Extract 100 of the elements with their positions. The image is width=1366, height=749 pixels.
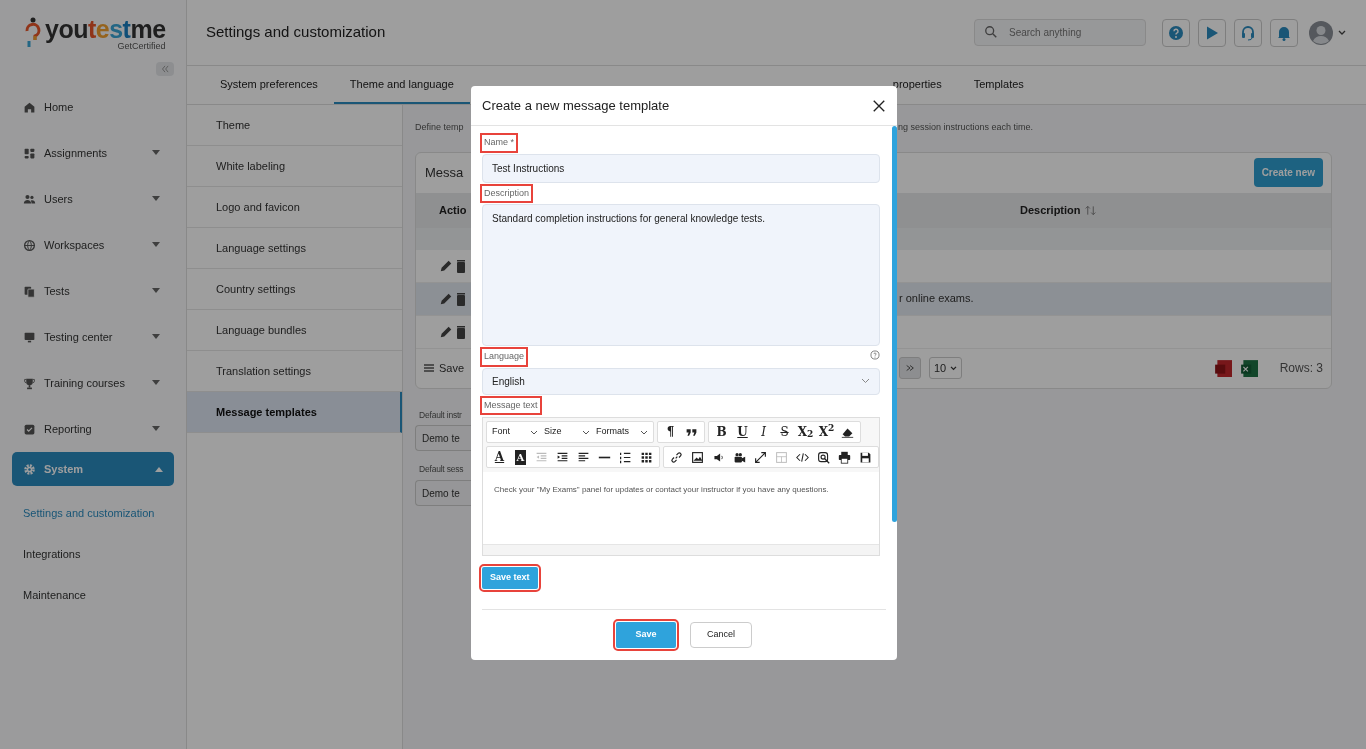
caret-up-icon — [155, 466, 163, 472]
dashboard-icon — [23, 146, 36, 160]
image-icon[interactable] — [691, 450, 704, 464]
trash-icon[interactable] — [457, 291, 465, 306]
align-left-icon[interactable] — [577, 450, 590, 464]
sidebar-item[interactable]: Testing center — [0, 314, 174, 360]
search-field[interactable]: Search anything — [974, 19, 1146, 46]
help-button[interactable] — [1162, 18, 1190, 47]
sidebar-subitem[interactable]: Maintenance — [0, 575, 186, 616]
page-size-select[interactable]: 10 — [929, 357, 963, 379]
trophy-icon — [23, 376, 36, 390]
play-icon — [1204, 24, 1220, 41]
cancel-button[interactable]: Cancel — [690, 622, 752, 648]
column-header: Description — [1020, 202, 1081, 218]
search-icon — [984, 25, 998, 39]
select-field[interactable]: Demo te — [415, 480, 471, 506]
scrollbar-thumb[interactable] — [892, 126, 897, 522]
home-icon — [23, 100, 36, 114]
caret-down-icon — [152, 242, 160, 248]
notifications-button[interactable] — [1270, 18, 1298, 47]
sidebar-subitem[interactable]: Integrations — [0, 534, 186, 575]
caret-down-icon — [152, 196, 160, 202]
print-icon[interactable] — [838, 450, 851, 464]
video-camera-icon[interactable] — [733, 450, 746, 464]
caret-down-icon — [152, 288, 160, 294]
save-icon[interactable] — [859, 450, 872, 464]
page-title: Settings and customization — [206, 22, 387, 43]
toolbar-dropdown[interactable]: Formats — [593, 423, 651, 441]
settings-menu-item[interactable]: Language settings — [187, 228, 402, 269]
chevron-down-icon[interactable] — [1338, 29, 1346, 36]
settings-menu-item[interactable]: Message templates — [187, 392, 402, 433]
avatar-icon[interactable] — [1309, 20, 1333, 45]
excel-export-icon[interactable] — [1239, 359, 1258, 377]
toolbar-button[interactable]: X$_{2}$ — [795, 423, 816, 441]
pencil-icon[interactable] — [439, 291, 453, 306]
checklist-icon — [23, 422, 36, 436]
sidebar-item[interactable]: Workspaces — [0, 222, 174, 268]
pdf-export-icon[interactable] — [1213, 359, 1232, 377]
eraser-icon[interactable] — [841, 425, 854, 439]
field-label: Default instr — [418, 408, 463, 422]
headset-icon — [1240, 24, 1256, 41]
table-icon[interactable] — [640, 450, 653, 464]
italic-button[interactable]: I — [753, 423, 774, 441]
chevron-down-icon — [861, 378, 870, 384]
tab[interactable]: System preferences — [204, 66, 334, 104]
support-button[interactable] — [1234, 18, 1262, 47]
sidebar-item[interactable]: Assignments — [0, 130, 174, 176]
settings-menu-item[interactable]: Logo and favicon — [187, 187, 402, 228]
underline-button[interactable]: A — [489, 448, 510, 466]
caret-down-icon — [152, 150, 160, 156]
toolbar-dropdown[interactable]: Font — [489, 423, 541, 441]
help-icon — [870, 350, 880, 361]
trash-icon[interactable] — [457, 258, 465, 273]
sidebar-item[interactable]: Reporting — [0, 406, 174, 452]
settings-menu-item[interactable]: White labeling — [187, 146, 402, 187]
column-header: Actio — [438, 202, 468, 218]
sidebar-item[interactable]: Training courses — [0, 360, 174, 406]
sidebar-item[interactable]: Users — [0, 176, 174, 222]
description-textarea[interactable]: Standard completion instructions for general knowledge tests. — [482, 204, 880, 346]
code-icon[interactable] — [796, 450, 809, 464]
pencil-icon[interactable] — [439, 324, 453, 339]
toolbar-dropdown[interactable]: Size — [541, 423, 593, 441]
logo-tagline: GetCertified — [116, 40, 166, 53]
toolbar-button[interactable]: X$^{2}$ — [816, 423, 837, 441]
double-chevron-icon — [160, 64, 170, 74]
indent-icon[interactable] — [556, 450, 569, 464]
tab[interactable]: Templates — [957, 66, 1040, 104]
text-input[interactable]: Test Instructions — [482, 153, 880, 183]
sidebar-item[interactable]: Tests — [0, 268, 174, 314]
sort-icon — [1084, 204, 1096, 216]
sidebar-item[interactable]: Home — [0, 84, 174, 130]
globe-icon — [23, 238, 36, 252]
close-icon — [872, 99, 886, 114]
intro-text: Define temp — [415, 121, 465, 134]
pencil-icon[interactable] — [439, 258, 453, 273]
language-select[interactable]: English — [482, 367, 880, 395]
menu-icon[interactable] — [424, 363, 434, 373]
numbered-list-icon[interactable] — [619, 450, 632, 464]
caret-down-icon — [152, 334, 160, 340]
caret-down-icon — [152, 426, 160, 432]
select-field[interactable]: Demo te — [415, 425, 471, 452]
settings-menu-item[interactable]: Country settings — [187, 269, 402, 310]
save-layout-link[interactable]: Save — [439, 359, 465, 377]
chevron-down-icon — [530, 429, 538, 435]
tab[interactable]: properties — [892, 66, 958, 104]
fullscreen-icon[interactable] — [754, 450, 767, 464]
rows-count: Rows: 3 — [1279, 360, 1323, 377]
strikethrough-button[interactable]: S — [774, 423, 795, 441]
bold-button[interactable]: B — [711, 423, 732, 441]
chevron-down-icon — [582, 429, 590, 435]
underline-button[interactable]: U — [732, 423, 753, 441]
trash-icon[interactable] — [457, 324, 465, 339]
settings-menu-item[interactable]: Language bundles — [187, 310, 402, 351]
link-icon[interactable] — [670, 450, 683, 464]
caret-down-icon — [152, 380, 160, 386]
play-button[interactable] — [1198, 18, 1226, 47]
chevron-down-icon — [640, 429, 648, 435]
settings-menu-item[interactable]: Theme — [187, 105, 402, 146]
preview-icon[interactable] — [817, 450, 830, 464]
field-label: Name * — [482, 135, 516, 151]
